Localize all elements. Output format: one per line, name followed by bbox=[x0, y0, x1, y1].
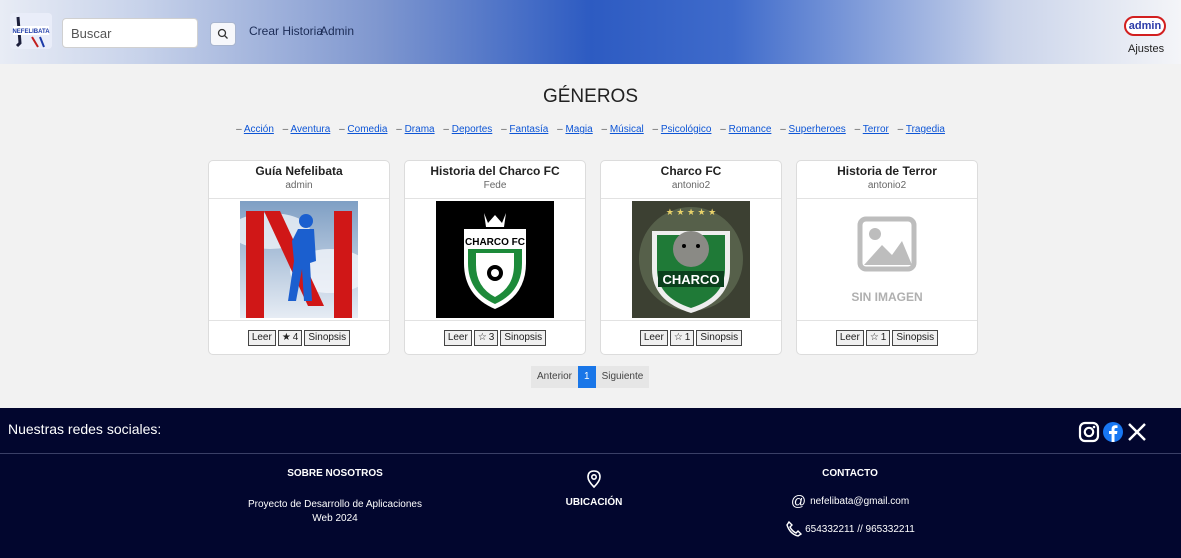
rating-button[interactable]: ★ 4 bbox=[277, 330, 303, 346]
contact-heading: CONTACTO bbox=[822, 468, 878, 479]
star-outline-icon: ☆ bbox=[477, 332, 487, 343]
genre-link[interactable]: Magia bbox=[565, 124, 592, 135]
story-cover-image[interactable] bbox=[240, 201, 358, 318]
badge-text: CHARCO bbox=[662, 272, 719, 287]
story-card: Guía Nefelibata admin Leer ★ 4 Sinopsis bbox=[208, 160, 390, 355]
story-author: Fede bbox=[483, 180, 507, 191]
search-icon bbox=[217, 28, 228, 39]
genre-link[interactable]: Terror bbox=[863, 124, 889, 135]
top-navbar: NEFELIBATA Crear Historia Admin admin Aj… bbox=[0, 0, 1181, 64]
genre-link[interactable]: Comedia bbox=[347, 124, 387, 135]
story-title[interactable]: Historia de Terror bbox=[797, 164, 977, 178]
story-title[interactable]: Guía Nefelibata bbox=[209, 164, 389, 178]
pagination: Anterior 1 Siguiente bbox=[531, 366, 650, 388]
genre-link[interactable]: Deportes bbox=[452, 124, 493, 135]
search-button[interactable] bbox=[210, 22, 236, 46]
prev-page-button[interactable]: Anterior bbox=[531, 366, 579, 388]
next-page-button[interactable]: Siguiente bbox=[595, 366, 650, 388]
story-cover-image[interactable]: CHARCO FC bbox=[436, 201, 554, 318]
genre-link[interactable]: Músical bbox=[610, 124, 644, 135]
user-menu-button[interactable]: admin bbox=[1124, 16, 1166, 36]
instagram-icon[interactable] bbox=[1078, 421, 1100, 443]
rating-count: 1 bbox=[880, 332, 887, 343]
genre-link[interactable]: Drama bbox=[405, 124, 435, 135]
read-button[interactable]: Leer bbox=[835, 330, 864, 346]
search-input[interactable] bbox=[62, 18, 198, 48]
contact-section: CONTACTO @ nefelibata@gmail.com 65433221… bbox=[770, 468, 930, 538]
genre-link[interactable]: Psicológico bbox=[661, 124, 712, 135]
nav-create-story[interactable]: Crear Historia bbox=[249, 24, 323, 38]
nav-admin[interactable]: Admin bbox=[320, 24, 354, 38]
phone-icon bbox=[786, 520, 803, 537]
current-page-button[interactable]: 1 bbox=[578, 366, 596, 388]
story-author: antonio2 bbox=[671, 180, 711, 191]
story-cover-image[interactable]: CHARCO ★ ★ ★ ★ ★ bbox=[632, 201, 750, 318]
story-author: admin bbox=[285, 180, 313, 191]
x-icon[interactable] bbox=[1126, 421, 1148, 443]
rating-count: 3 bbox=[488, 332, 495, 343]
star-filled-icon: ★ bbox=[281, 332, 291, 343]
rating-button[interactable]: ☆ 1 bbox=[865, 330, 891, 346]
synopsis-button[interactable]: Sinopsis bbox=[500, 330, 547, 346]
location-heading[interactable]: UBICACIÓN bbox=[544, 497, 644, 508]
location-pin-icon bbox=[587, 470, 601, 489]
story-card: Historia de Terror antonio2 SIN IMAGEN L… bbox=[796, 160, 978, 355]
about-text-line2: Web 2024 bbox=[312, 513, 358, 524]
logo-text: NEFELIBATA bbox=[12, 29, 50, 35]
synopsis-button[interactable]: Sinopsis bbox=[304, 330, 351, 346]
location-section: UBICACIÓN bbox=[544, 470, 644, 508]
story-card: Historia del Charco FC Fede CHARCO FC Le… bbox=[404, 160, 586, 355]
story-title[interactable]: Historia del Charco FC bbox=[405, 164, 585, 178]
genre-link[interactable]: Tragedia bbox=[906, 124, 945, 135]
about-section: SOBRE NOSOTROS Proyecto de Desarrollo de… bbox=[226, 468, 444, 524]
synopsis-button[interactable]: Sinopsis bbox=[892, 330, 939, 346]
contact-email[interactable]: nefelibata@gmail.com bbox=[810, 496, 909, 507]
read-button[interactable]: Leer bbox=[639, 330, 668, 346]
genre-link[interactable]: Aventura bbox=[290, 124, 330, 135]
footer: Nuestras redes sociales: SOBRE NOSOTROS … bbox=[0, 408, 1181, 558]
email-icon: @ bbox=[790, 493, 807, 510]
rating-count: 4 bbox=[292, 332, 299, 343]
facebook-icon[interactable] bbox=[1102, 421, 1124, 443]
star-outline-icon: ☆ bbox=[673, 332, 683, 343]
no-image-placeholder-icon: SIN IMAGEN bbox=[828, 201, 946, 318]
genres-title: GÉNEROS bbox=[542, 86, 639, 107]
star-outline-icon: ☆ bbox=[869, 332, 879, 343]
settings-link[interactable]: Ajustes bbox=[1128, 43, 1164, 55]
badge-text: CHARCO FC bbox=[465, 237, 525, 248]
story-card: Charco FC antonio2 CHARCO ★ ★ ★ ★ ★ Leer… bbox=[600, 160, 782, 355]
social-icons bbox=[1078, 421, 1148, 443]
rating-button[interactable]: ☆ 1 bbox=[669, 330, 695, 346]
story-title[interactable]: Charco FC bbox=[601, 164, 781, 178]
genre-link[interactable]: Romance bbox=[729, 124, 772, 135]
nefelibata-logo[interactable]: NEFELIBATA bbox=[10, 13, 52, 49]
about-heading: SOBRE NOSOTROS bbox=[287, 468, 383, 479]
read-button[interactable]: Leer bbox=[443, 330, 472, 346]
story-author: antonio2 bbox=[867, 180, 907, 191]
no-image-text: SIN IMAGEN bbox=[851, 290, 922, 304]
genre-link[interactable]: Acción bbox=[244, 124, 274, 135]
story-cover-image[interactable]: SIN IMAGEN bbox=[828, 201, 946, 318]
svg-text:★ ★ ★ ★ ★: ★ ★ ★ ★ ★ bbox=[666, 207, 716, 217]
genres-list: – Acción – Aventura – Comedia – Drama – … bbox=[236, 124, 945, 135]
social-title: Nuestras redes sociales: bbox=[8, 421, 162, 437]
rating-count: 1 bbox=[684, 332, 691, 343]
contact-phone[interactable]: 654332211 // 965332211 bbox=[805, 524, 915, 535]
about-text-line1: Proyecto de Desarrollo de Aplicaciones bbox=[248, 499, 422, 510]
rating-button[interactable]: ☆ 3 bbox=[473, 330, 499, 346]
read-button[interactable]: Leer bbox=[247, 330, 276, 346]
genre-link[interactable]: Fantasía bbox=[509, 124, 548, 135]
genre-link[interactable]: Superheroes bbox=[789, 124, 846, 135]
synopsis-button[interactable]: Sinopsis bbox=[696, 330, 743, 346]
